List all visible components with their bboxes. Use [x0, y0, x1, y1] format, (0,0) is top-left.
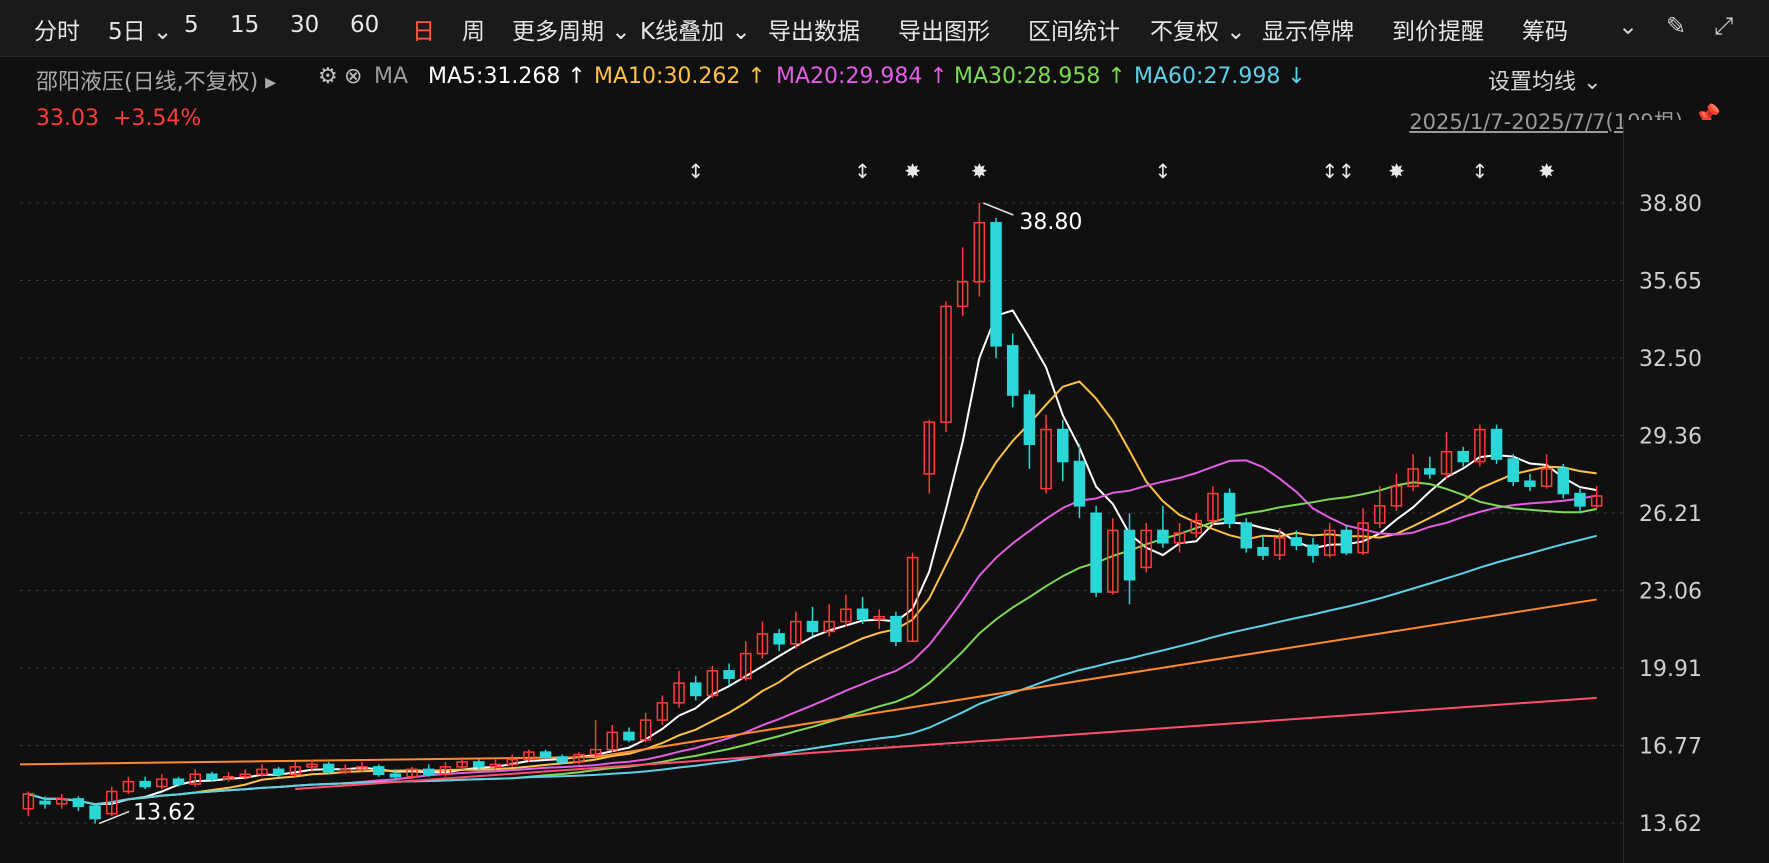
candle — [1240, 518, 1253, 553]
candle — [773, 628, 785, 652]
candle — [890, 611, 902, 647]
candle — [189, 769, 201, 787]
candle — [156, 774, 168, 790]
candle — [1040, 414, 1052, 494]
candle — [1374, 486, 1386, 529]
high-arrow — [983, 202, 1014, 216]
candle — [1407, 454, 1419, 492]
candle — [906, 552, 919, 643]
candle — [1557, 464, 1570, 499]
event-marker-icon: ✸ — [1538, 159, 1555, 183]
candle — [256, 764, 268, 777]
y-tick-label: 29.36 — [1639, 424, 1702, 449]
y-tick-label: 13.62 — [1639, 812, 1702, 837]
candle — [1157, 505, 1169, 548]
y-axis-ticks: 38.80 35.65 32.50 29.36 26.21 23.06 19.91 16.77… — [1639, 192, 1702, 837]
moving-average-lines — [19, 309, 1597, 806]
candle — [790, 611, 802, 649]
event-marker-icon: ↕ — [854, 159, 871, 183]
candle — [873, 609, 885, 629]
candle — [523, 749, 535, 762]
candle — [1140, 523, 1152, 573]
event-marker-icon: ↕ — [1471, 159, 1488, 183]
ma60-line — [28, 534, 1597, 806]
candle — [1390, 473, 1403, 511]
candle — [72, 796, 85, 812]
candle — [1424, 456, 1436, 479]
candle — [973, 203, 986, 297]
y-tick-label: 23.06 — [1639, 580, 1702, 605]
candle — [940, 301, 952, 432]
candle — [122, 776, 135, 794]
candle — [990, 217, 1002, 359]
candle — [55, 793, 68, 809]
candle — [606, 725, 619, 753]
candle — [289, 761, 302, 777]
candle — [840, 594, 852, 627]
candle — [689, 675, 702, 701]
ma250-line — [295, 696, 1597, 791]
candle — [372, 764, 385, 777]
annotations: 38.8013.62↕ ↕ ✸ ✸ ↕ ↕ ↕ ✸ ↕ ✸ — [98, 159, 1555, 825]
candle — [1057, 419, 1069, 482]
ma10-line — [28, 380, 1597, 806]
candle — [1190, 513, 1202, 538]
event-marker-icon: ↕ — [1338, 159, 1355, 183]
ma5-line — [28, 309, 1597, 806]
candlestick-chart[interactable]: 38.80 35.65 32.50 29.36 26.21 23.06 19.91 16.77… — [0, 0, 1769, 863]
y-tick-label: 16.77 — [1639, 734, 1702, 759]
y-tick-label: 38.80 — [1639, 192, 1702, 217]
candle — [823, 604, 835, 637]
candle — [222, 771, 235, 782]
candle — [406, 766, 418, 780]
candle — [1440, 431, 1453, 479]
candle — [139, 776, 151, 790]
candle — [589, 720, 602, 758]
candle — [1023, 390, 1036, 469]
candle — [1540, 454, 1553, 489]
candle — [756, 621, 769, 659]
candle — [1173, 523, 1186, 553]
candle — [673, 670, 685, 708]
candle — [1357, 508, 1369, 556]
candle — [623, 727, 635, 743]
candle — [1323, 523, 1336, 558]
event-marker-icon: ↕ — [1154, 159, 1171, 183]
event-marker-icon: ✸ — [1388, 159, 1405, 183]
candle — [806, 606, 819, 637]
event-marker-icon: ↕ — [687, 159, 704, 183]
candle — [506, 754, 518, 767]
candle — [322, 761, 335, 775]
ma30-line — [28, 481, 1597, 806]
candle — [656, 695, 669, 726]
candle — [1090, 505, 1102, 597]
event-marker-icon: ✸ — [904, 159, 921, 183]
candle — [1574, 488, 1586, 514]
high-label: 38.80 — [1019, 210, 1082, 235]
event-marker-icon: ✸ — [971, 159, 988, 183]
candle — [1307, 537, 1319, 563]
y-tick-label: 35.65 — [1639, 270, 1702, 295]
candle — [1257, 535, 1269, 561]
candle — [423, 764, 435, 777]
y-tick-label: 19.91 — [1639, 657, 1702, 682]
candle — [1457, 446, 1469, 467]
candle — [956, 247, 969, 317]
event-marker-icon: ↕ — [1321, 159, 1338, 183]
low-label: 13.62 — [133, 800, 196, 825]
y-tick-label: 26.21 — [1639, 502, 1702, 527]
candle — [1223, 488, 1236, 529]
candle — [1340, 525, 1353, 556]
candle — [923, 419, 936, 494]
candle — [723, 663, 735, 686]
y-tick-label: 32.50 — [1639, 347, 1702, 372]
candle — [1207, 486, 1219, 526]
candle — [89, 803, 101, 824]
candle — [1524, 473, 1536, 492]
candle — [1490, 424, 1503, 465]
candle — [1507, 454, 1519, 487]
candle — [1006, 333, 1019, 408]
